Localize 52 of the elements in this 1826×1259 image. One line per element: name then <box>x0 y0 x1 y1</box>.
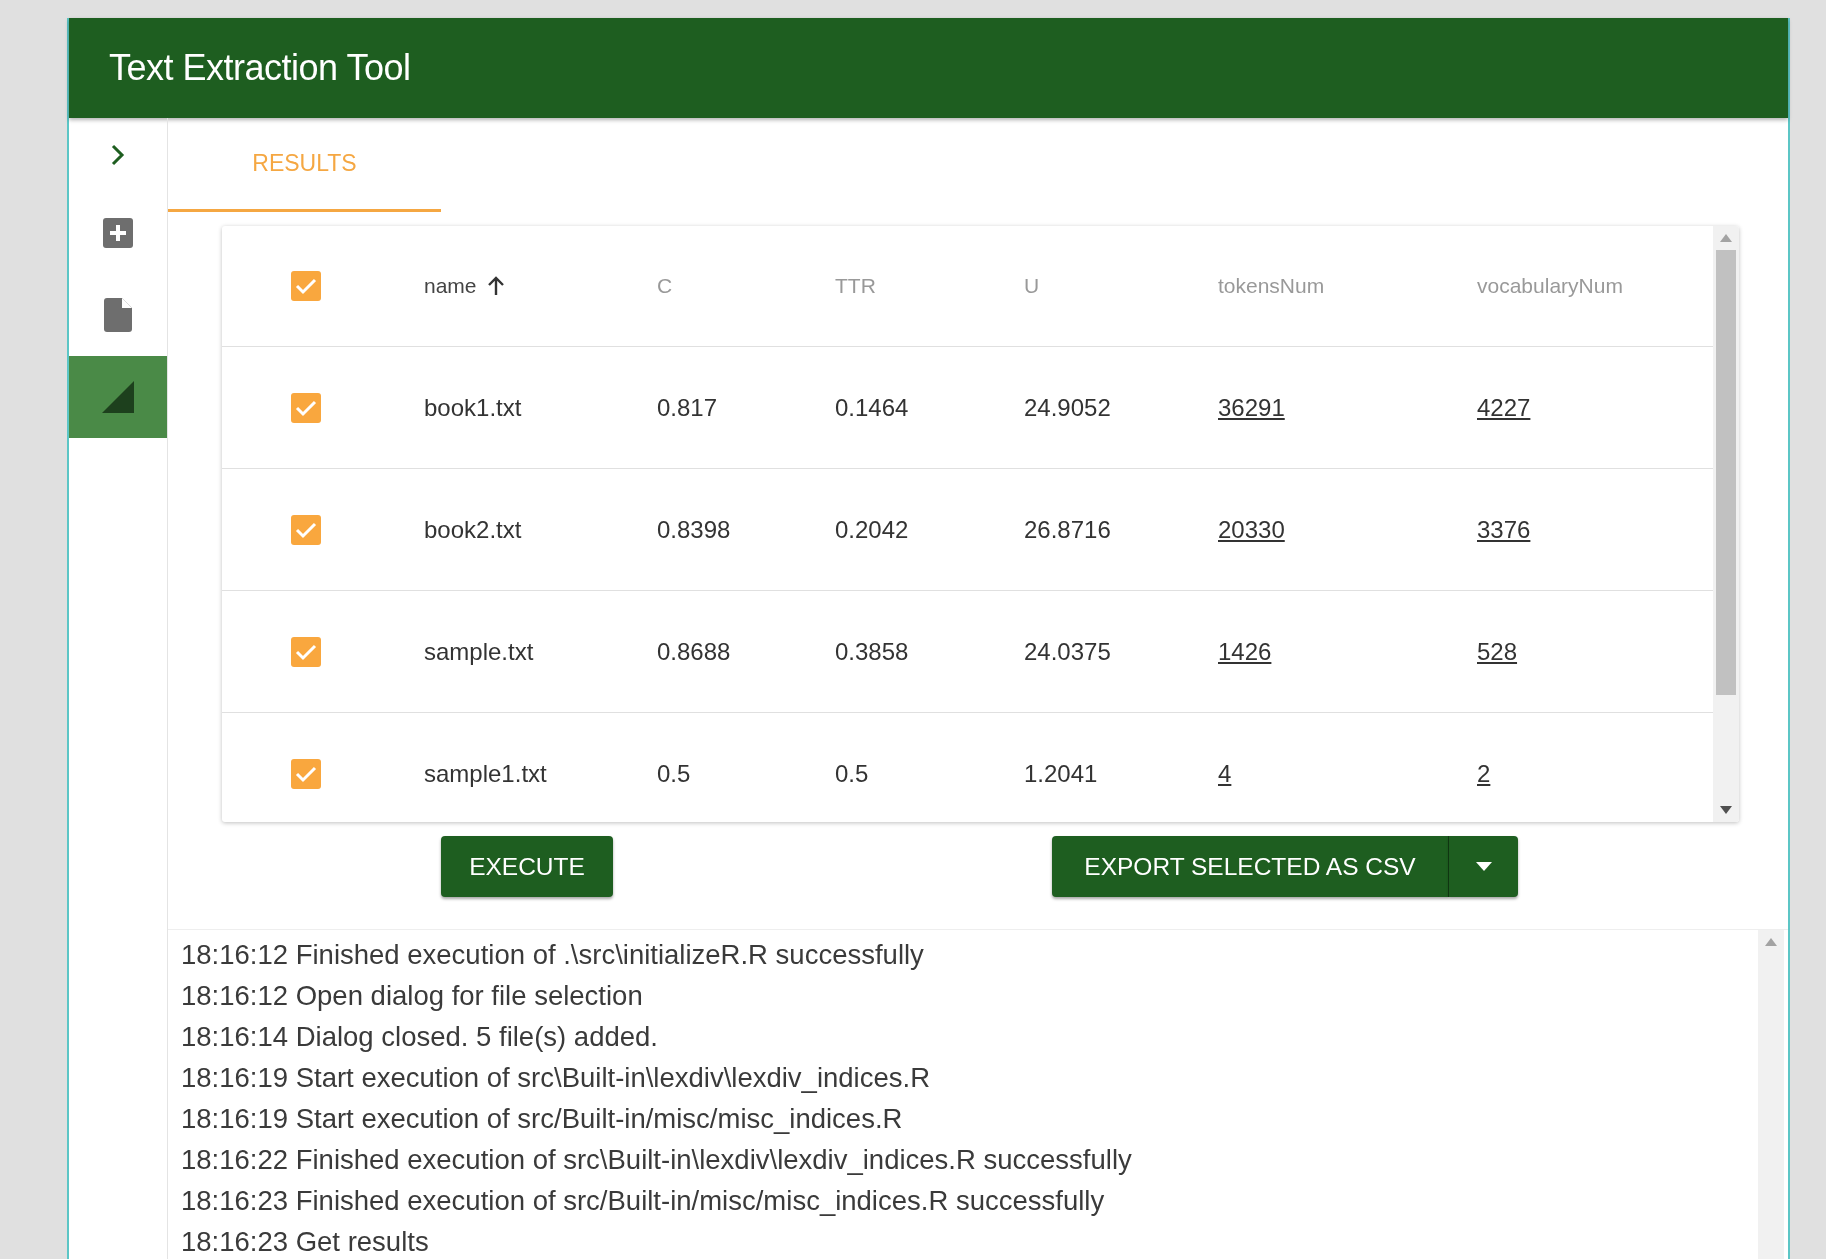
log-line: 18:16:12 Open dialog for file selection <box>181 979 644 1013</box>
log-line: 18:16:14 Dialog closed. 5 file(s) added. <box>181 1020 659 1054</box>
cell-link[interactable]: 528 <box>1477 637 1518 665</box>
sidebar-item[interactable] <box>69 356 167 438</box>
table-cell: book1.txt <box>424 393 522 421</box>
cell-link[interactable]: 36291 <box>1218 393 1285 421</box>
log-line: 18:16:12 Finished execution of .\src\initializeR.R successfully <box>181 938 925 972</box>
caret-down-icon <box>1475 862 1492 871</box>
column-header[interactable]: name <box>424 274 477 298</box>
window-title: Text Extraction Tool <box>109 47 411 89</box>
table-cell: 1.2041 <box>1024 759 1098 787</box>
table-cell: 0.3858 <box>835 637 909 665</box>
cell-link[interactable]: 3376 <box>1477 515 1531 543</box>
cell-link[interactable]: 20330 <box>1218 515 1285 543</box>
triangle-chart-icon <box>102 381 134 413</box>
export-dropdown-button[interactable] <box>1449 836 1518 897</box>
table-cell: book2.txt <box>424 515 522 543</box>
file-icon <box>104 298 132 332</box>
scroll-down-icon[interactable] <box>1720 806 1732 814</box>
log-line: 18:16:23 Finished execution of src/Built-in/misc/misc_indices.R successfully <box>181 1184 1106 1218</box>
export-button[interactable]: EXPORT SELECTED AS CSV <box>1052 836 1449 897</box>
add-box-icon <box>103 218 133 248</box>
cell-link[interactable]: 4227 <box>1477 393 1531 421</box>
table-cell: 24.9052 <box>1024 393 1111 421</box>
log-line: 18:16:19 Start execution of src\Built-in\lexdiv\lexdiv_indices.R <box>181 1061 931 1095</box>
checkbox[interactable] <box>291 271 321 301</box>
cell-link[interactable]: 1426 <box>1218 637 1272 665</box>
checkbox[interactable] <box>291 392 321 423</box>
table-cell: 0.1464 <box>835 393 909 421</box>
table-cell: sample.txt <box>424 637 534 665</box>
log-line: 18:16:23 Get results <box>181 1225 430 1259</box>
table-cell: 0.5 <box>835 759 869 787</box>
table-cell: 0.817 <box>657 393 718 421</box>
cell-link[interactable]: 2 <box>1477 759 1491 787</box>
cell-link[interactable]: 4 <box>1218 759 1232 787</box>
chevron-right-icon <box>111 144 125 166</box>
table-cell: 26.8716 <box>1024 515 1111 543</box>
table-cell: 0.5 <box>657 759 691 787</box>
scrollbar-thumb[interactable] <box>1716 250 1736 695</box>
scroll-up-icon[interactable] <box>1765 938 1777 946</box>
checkbox[interactable] <box>291 758 321 789</box>
table-cell: 0.8688 <box>657 637 731 665</box>
table-cell: sample1.txt <box>424 759 547 787</box>
log-line: 18:16:22 Finished execution of src\Built-in\lexdiv\lexdiv_indices.R successfully <box>181 1143 1133 1177</box>
checkbox[interactable] <box>291 514 321 545</box>
execute-button[interactable]: EXECUTE <box>441 836 613 897</box>
log-line: 18:16:19 Start execution of src/Built-in/misc/misc_indices.R <box>181 1102 904 1136</box>
table-cell: 24.0375 <box>1024 637 1111 665</box>
checkbox[interactable] <box>291 636 321 667</box>
table-cell: 0.2042 <box>835 515 909 543</box>
table-cell: 0.8398 <box>657 515 731 543</box>
scroll-up-icon[interactable] <box>1720 234 1732 242</box>
